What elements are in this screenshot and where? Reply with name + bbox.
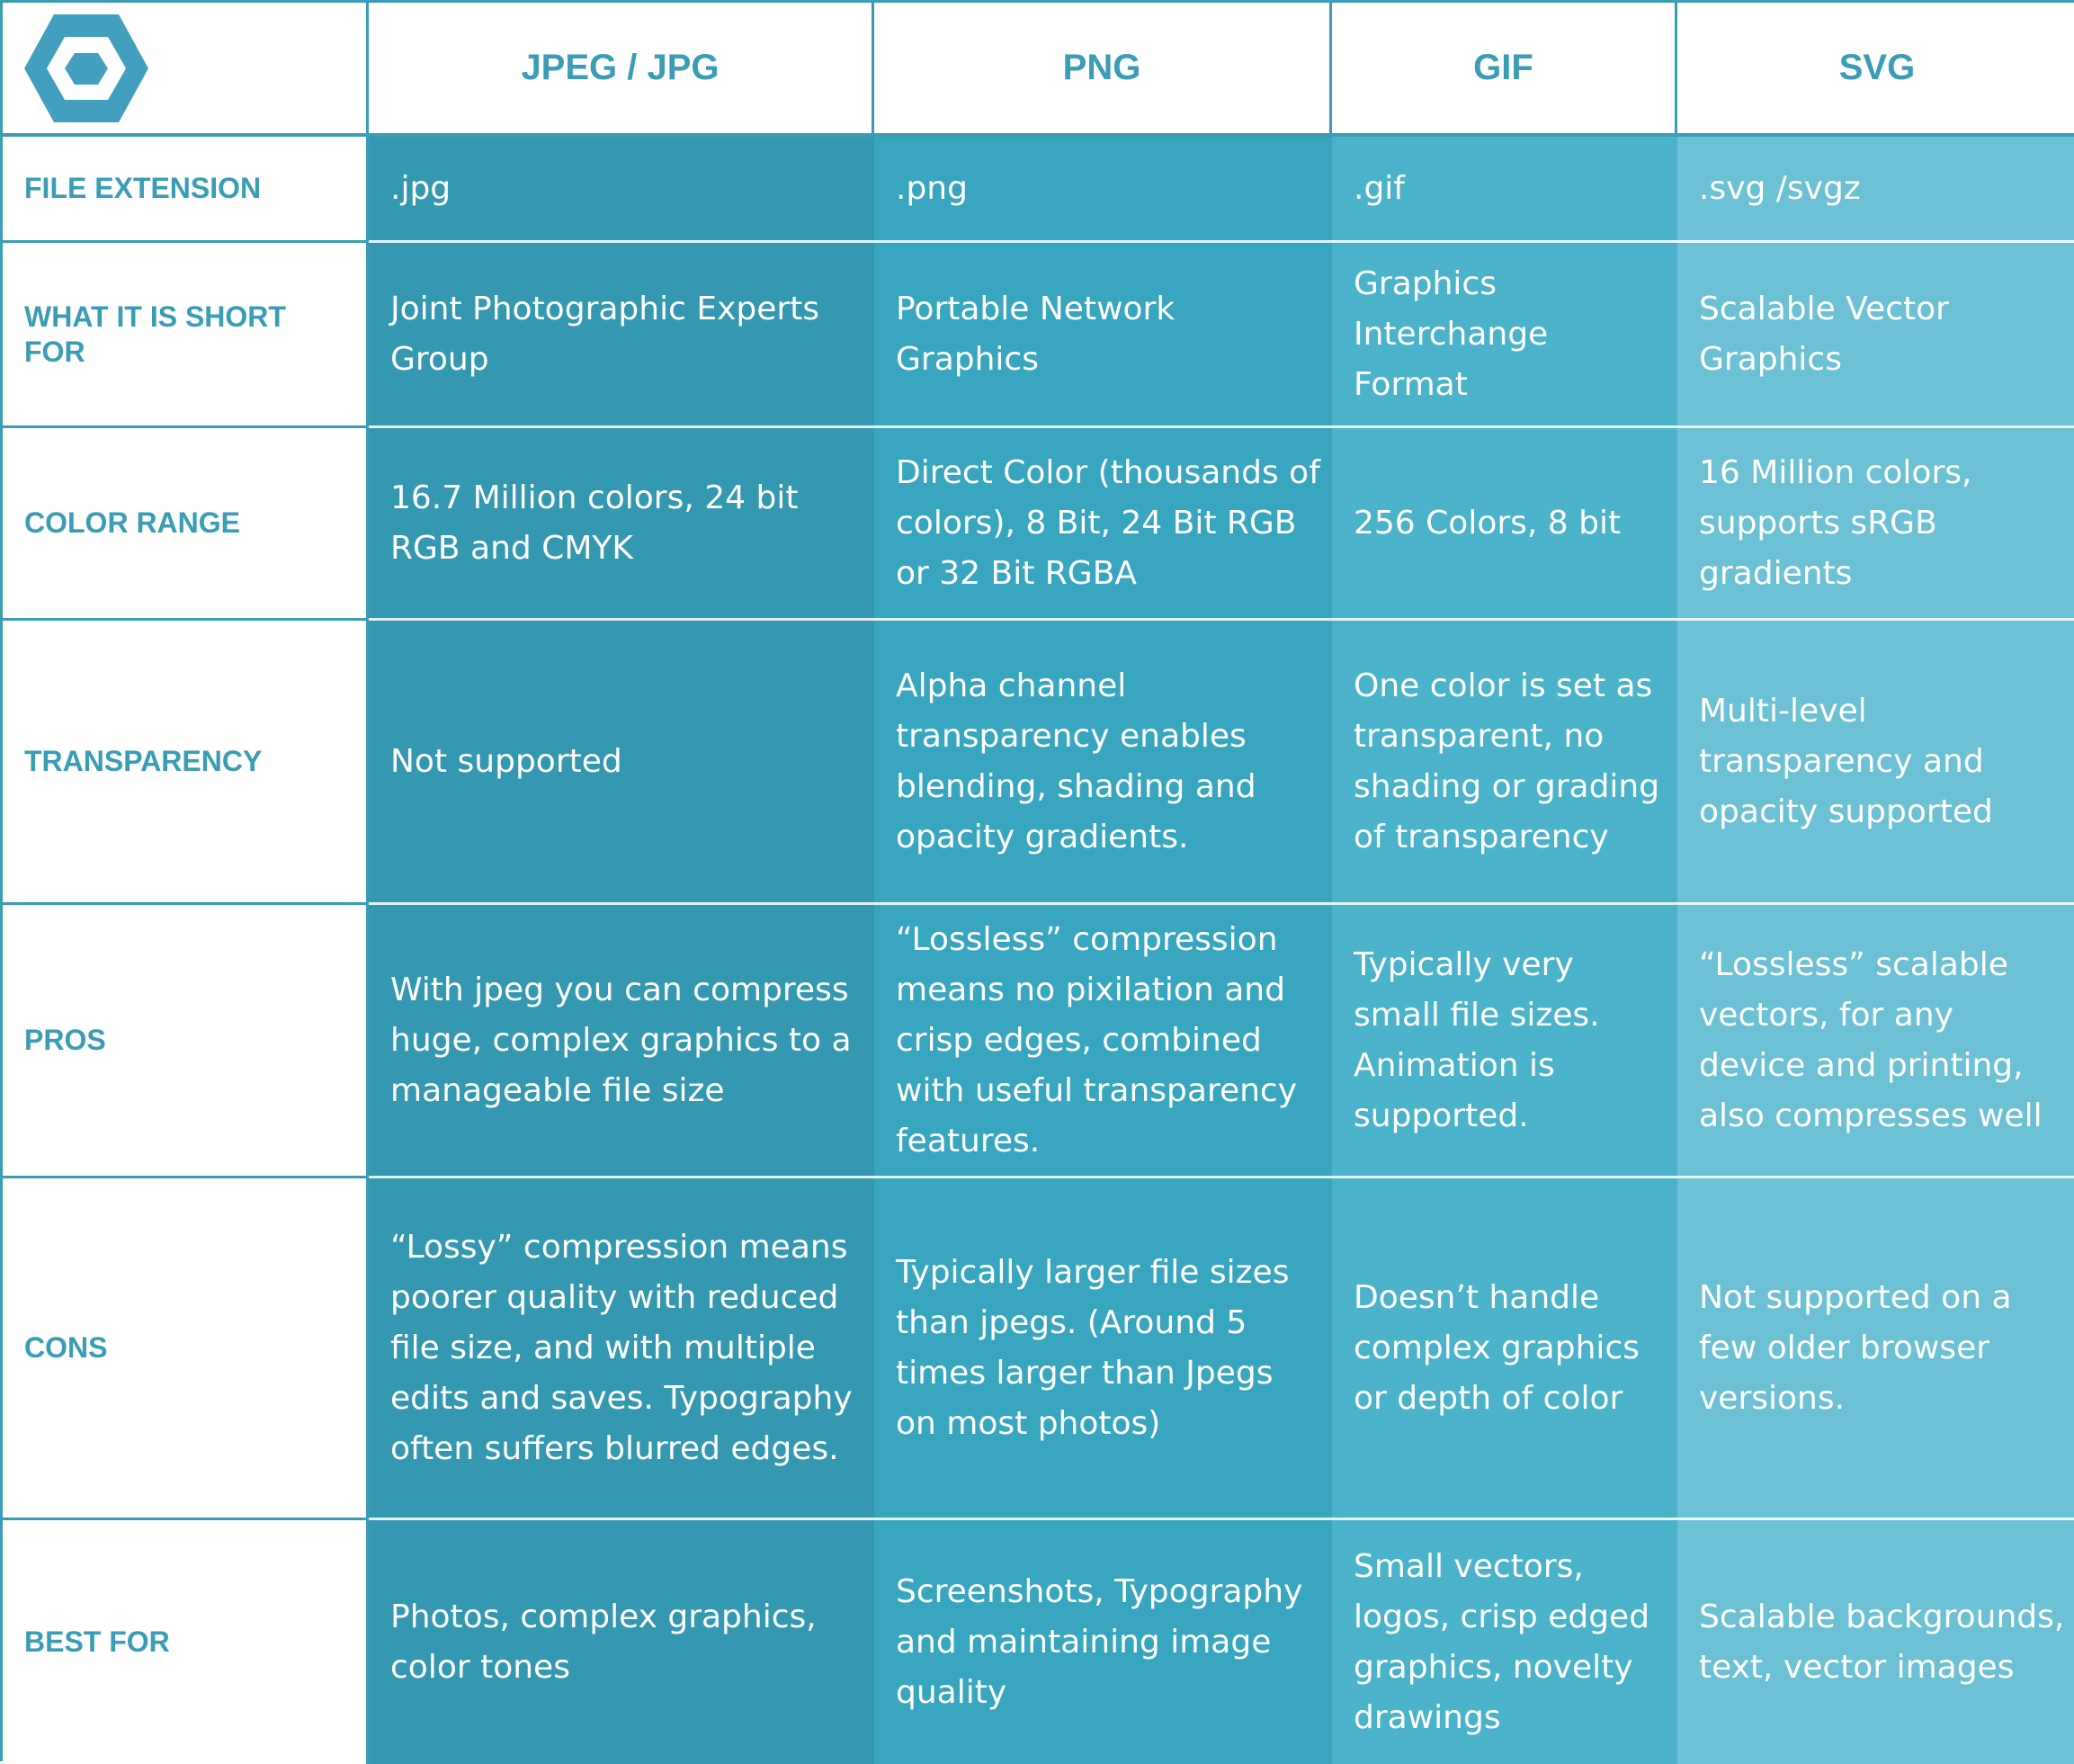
table-cell: Not supported on a few older browser ver…	[1677, 1178, 2074, 1520]
table-cell: Direct Color (thousands of colors), 8 Bi…	[874, 428, 1332, 621]
table-cell: Scalable backgrounds, text, vector image…	[1677, 1520, 2074, 1764]
table-cell: One color is set as transparent, no shad…	[1332, 621, 1677, 905]
table-cell: Screenshots, Typography and maintaining …	[874, 1520, 1332, 1764]
table-cell: Typically very small file sizes. Animati…	[1332, 905, 1677, 1178]
table-cell: “Lossless” scalable vectors, for any dev…	[1677, 905, 2074, 1178]
table-cell: .jpg	[369, 137, 874, 243]
table-cell: With jpeg you can compress huge, complex…	[369, 905, 874, 1178]
column-header-png: PNG	[874, 3, 1332, 137]
row-label-color-range: COLOR RANGE	[3, 428, 369, 621]
table-cell: Scalable Vector Graphics	[1677, 243, 2074, 428]
table-cell: Joint Photographic Experts Group	[369, 243, 874, 428]
table-cell: Photos, complex graphics, color tones	[369, 1520, 874, 1764]
table-cell: .svg /svgz	[1677, 137, 2074, 243]
row-label-best-for: BEST FOR	[3, 1520, 369, 1764]
table-cell: .png	[874, 137, 1332, 243]
table-cell: Small vectors, logos, crisp edged graphi…	[1332, 1520, 1677, 1764]
table-cell: “Lossy” compression means poorer quality…	[369, 1178, 874, 1520]
table-cell: 256 Colors, 8 bit	[1332, 428, 1677, 621]
table-cell: .gif	[1332, 137, 1677, 243]
table-cell: 16.7 Million colors, 24 bit RGB and CMYK	[369, 428, 874, 621]
table-cell: Doesn’t handle complex graphics or depth…	[1332, 1178, 1677, 1520]
column-header-gif: GIF	[1332, 3, 1677, 137]
table-cell: Not supported	[369, 621, 874, 905]
row-label-short-for: WHAT IT IS SHORT FOR	[3, 243, 369, 428]
table-cell: Multi-level transparency and opacity sup…	[1677, 621, 2074, 905]
table-cell: Alpha channel transparency enables blend…	[874, 621, 1332, 905]
row-label-transparency: TRANSPARENCY	[3, 621, 369, 905]
logo-cell	[3, 3, 369, 137]
row-label-file-extension: FILE EXTENSION	[3, 137, 369, 243]
table-cell: Graphics Interchange Format	[1332, 243, 1677, 428]
row-label-pros: PROS	[3, 905, 369, 1178]
table-cell: Typically larger file sizes than jpegs. …	[874, 1178, 1332, 1520]
column-header-svg: SVG	[1677, 3, 2074, 137]
image-format-comparison-table: JPEG / JPG PNG GIF SVG FILE EXTENSION .j…	[0, 0, 2074, 1764]
row-label-cons: CONS	[3, 1178, 369, 1520]
table-cell: 16 Million colors, supports sRGB gradien…	[1677, 428, 2074, 621]
table-cell: Portable Network Graphics	[874, 243, 1332, 428]
column-header-jpeg: JPEG / JPG	[369, 3, 874, 137]
hexagon-logo-icon	[24, 13, 148, 122]
table-cell: “Lossless” compression means no pixilati…	[874, 905, 1332, 1178]
